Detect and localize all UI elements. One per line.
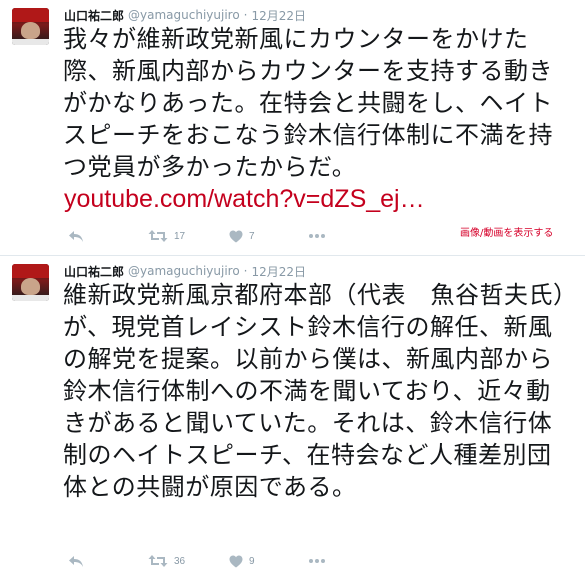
like-count: 9 — [249, 555, 255, 567]
author-name[interactable]: 山口祐二郎 — [64, 263, 124, 280]
tweet[interactable]: 山口祐二郎 @yamaguchiyujiro · 12月22日 我々が維新政党新… — [0, 0, 585, 255]
author-handle[interactable]: @yamaguchiyujiro — [128, 264, 240, 278]
retweet-button[interactable]: 17 — [148, 226, 185, 246]
more-button[interactable] — [308, 226, 326, 246]
reply-icon — [68, 554, 84, 568]
avatar-caption — [12, 39, 49, 45]
avatar[interactable] — [12, 264, 49, 301]
tweet-actions: 17 7 — [64, 226, 364, 246]
tweet-date[interactable]: 12月22日 — [252, 263, 307, 280]
tweet-actions: 36 9 — [64, 551, 364, 571]
retweet-icon — [148, 229, 168, 243]
reply-button[interactable] — [68, 551, 84, 571]
retweet-count: 17 — [174, 230, 186, 242]
more-icon — [308, 558, 326, 564]
tweet-text: 維新政党新風京都府本部（代表 魚谷哲夫氏）が、現党首レイシスト鈴木信行の解任、新… — [63, 281, 566, 501]
avatar-face — [21, 22, 40, 39]
avatar-caption — [12, 295, 49, 301]
avatar[interactable] — [12, 8, 49, 45]
tweet-text: 我々が維新政党新風にカウンターをかけた際、新風内部からカウンターを支持する動きが… — [63, 25, 553, 181]
author-handle[interactable]: @yamaguchiyujiro — [128, 8, 240, 22]
more-button[interactable] — [308, 551, 326, 571]
separator: · — [243, 264, 248, 278]
avatar-banner — [12, 8, 49, 22]
show-media-link[interactable]: 画像/動画を表示する — [460, 224, 553, 239]
author-name[interactable]: 山口祐二郎 — [64, 7, 124, 24]
heart-icon — [229, 555, 243, 568]
like-button[interactable]: 9 — [229, 551, 255, 571]
heart-icon — [229, 230, 243, 243]
tweet[interactable]: 山口祐二郎 @yamaguchiyujiro · 12月22日 維新政党新風京都… — [0, 256, 585, 585]
reply-icon — [68, 229, 84, 243]
more-icon — [308, 233, 326, 239]
retweet-count: 36 — [174, 555, 186, 567]
reply-button[interactable] — [68, 226, 84, 246]
tweet-feed: 山口祐二郎 @yamaguchiyujiro · 12月22日 我々が維新政党新… — [0, 0, 585, 585]
like-button[interactable]: 7 — [229, 226, 255, 246]
avatar-face — [21, 278, 40, 295]
tweet-header: 山口祐二郎 @yamaguchiyujiro · 12月22日 — [64, 262, 306, 280]
retweet-button[interactable]: 36 — [148, 551, 185, 571]
tweet-date[interactable]: 12月22日 — [252, 7, 307, 24]
tweet-header: 山口祐二郎 @yamaguchiyujiro · 12月22日 — [64, 6, 306, 24]
retweet-icon — [148, 554, 168, 568]
avatar-banner — [12, 264, 49, 278]
tweet-link[interactable]: youtube.com/watch?v=dZS_ej… — [64, 185, 425, 214]
separator: · — [243, 8, 248, 22]
like-count: 7 — [249, 230, 255, 242]
